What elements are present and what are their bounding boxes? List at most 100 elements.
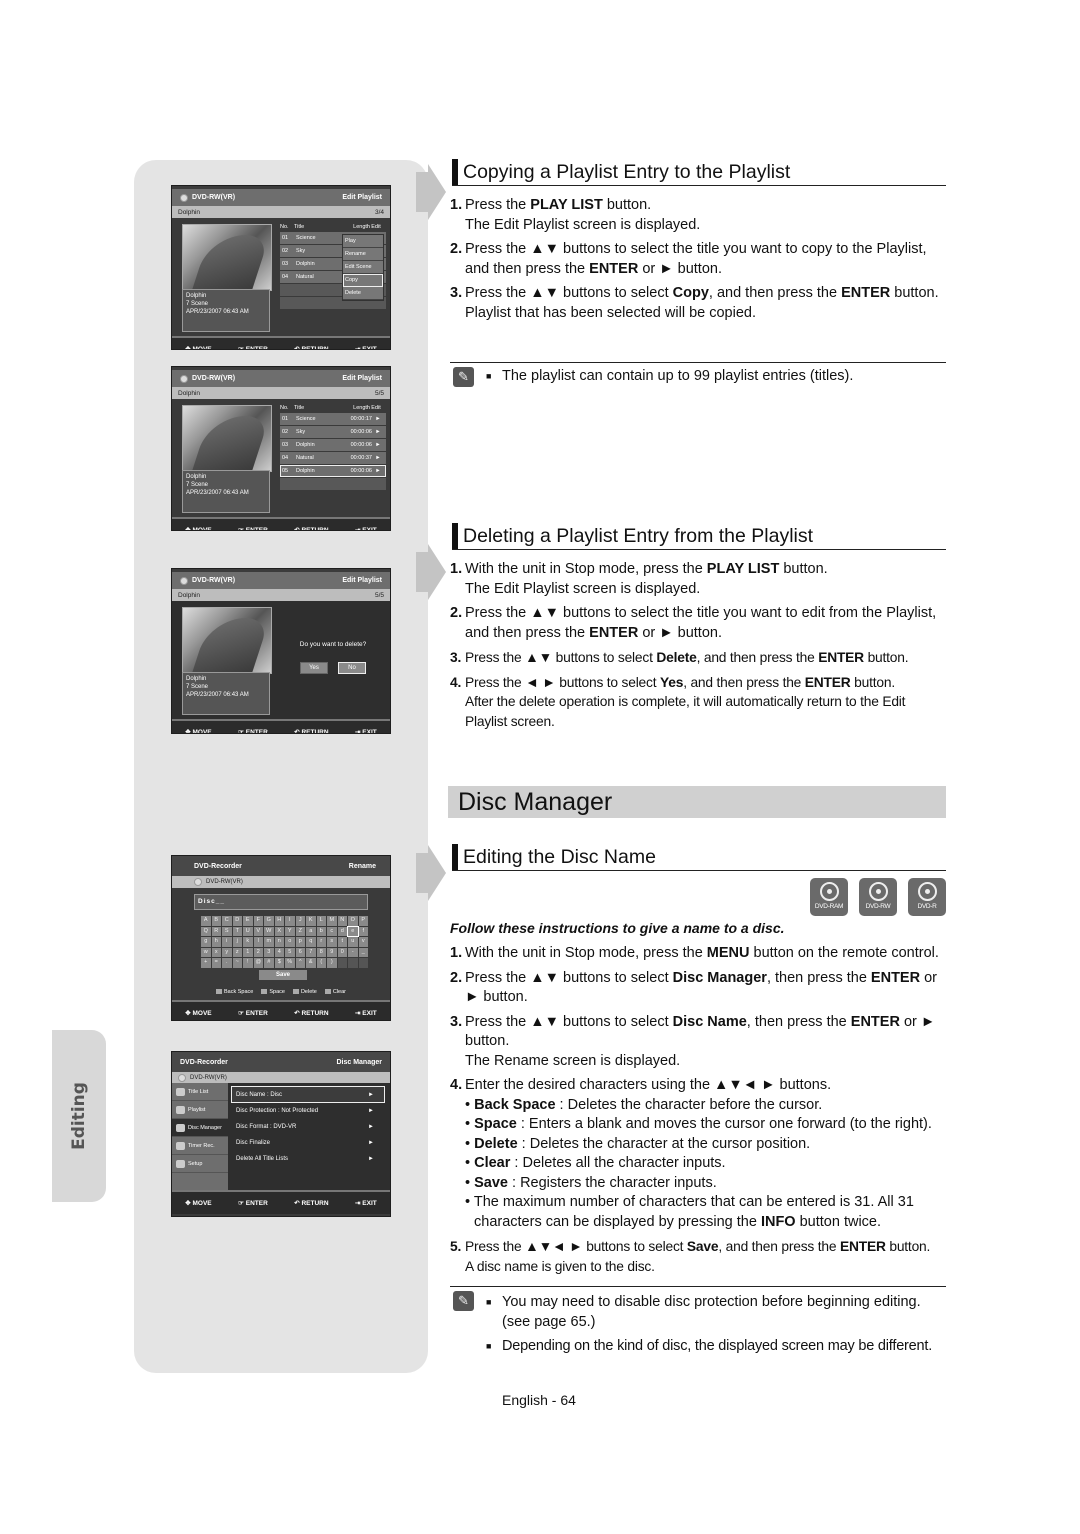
key[interactable]: h	[211, 937, 221, 947]
table-row[interactable]: 02 Sky 00:00:06 ►	[280, 426, 386, 438]
table-row[interactable]: 04 Natural 00:00:37 ►	[280, 452, 386, 464]
key[interactable]: #	[264, 958, 274, 968]
key[interactable]: N	[337, 916, 347, 926]
key[interactable]: 4	[274, 947, 284, 957]
key[interactable]: 5	[285, 947, 295, 957]
key[interactable]: &	[306, 958, 316, 968]
key[interactable]: L	[316, 916, 326, 926]
sidebar-item-disc-manager[interactable]: Disc Manager	[172, 1119, 228, 1137]
key[interactable]: !	[243, 958, 253, 968]
no-button[interactable]: No	[338, 662, 366, 674]
key[interactable]: 1	[243, 947, 253, 957]
key[interactable]: 8	[316, 947, 326, 957]
key[interactable]: T	[232, 926, 242, 936]
key[interactable]: l	[253, 937, 263, 947]
menu-item-disc-format[interactable]: Disc Format : DVD-VR ►	[232, 1119, 384, 1134]
key[interactable]: Z	[295, 926, 305, 936]
key[interactable]: r	[316, 937, 326, 947]
save-button[interactable]: Save	[259, 969, 307, 980]
key[interactable]: Q	[201, 926, 211, 936]
key[interactable]: D	[232, 916, 242, 926]
key[interactable]: b	[316, 926, 326, 936]
key[interactable]: )	[327, 958, 337, 968]
key[interactable]: O	[348, 916, 358, 926]
key[interactable]: 6	[295, 947, 305, 957]
key[interactable]: j	[232, 937, 242, 947]
key[interactable]: ^	[295, 958, 305, 968]
key[interactable]: x	[211, 947, 221, 957]
sidebar-item-setup[interactable]: Setup	[172, 1155, 228, 1173]
key[interactable]: G	[264, 916, 274, 926]
key[interactable]: 3	[264, 947, 274, 957]
menu-item-delete-all[interactable]: Delete All Title Lists ►	[232, 1151, 384, 1166]
key[interactable]: s	[327, 937, 337, 947]
key[interactable]: z	[232, 947, 242, 957]
popup-item-delete[interactable]: Delete	[343, 287, 383, 300]
key[interactable]: W	[264, 926, 274, 936]
key[interactable]: J	[295, 916, 305, 926]
key[interactable]: _	[358, 947, 368, 957]
key[interactable]: c	[327, 926, 337, 936]
key[interactable]: $	[274, 958, 284, 968]
sidebar-item-title-list[interactable]: Title List	[172, 1083, 228, 1101]
menu-item-disc-name[interactable]: Disc Name : Disc ►	[231, 1086, 385, 1103]
popup-item-copy[interactable]: Copy	[343, 274, 383, 287]
key[interactable]: E	[243, 916, 253, 926]
sidebar-item-playlist[interactable]: Playlist	[172, 1101, 228, 1119]
key[interactable]: R	[211, 926, 221, 936]
key[interactable]: ~	[232, 958, 242, 968]
key[interactable]: t	[337, 937, 347, 947]
key[interactable]: u	[348, 937, 358, 947]
key[interactable]: k	[243, 937, 253, 947]
key[interactable]: 7	[306, 947, 316, 957]
key[interactable]: A	[201, 916, 211, 926]
table-row[interactable]: 03 Dolphin 00:00:06 ►	[280, 439, 386, 451]
key[interactable]: d	[337, 926, 347, 936]
key[interactable]: f	[358, 926, 368, 936]
key[interactable]: e	[347, 925, 359, 937]
key[interactable]: a	[306, 926, 316, 936]
key[interactable]: 0	[337, 947, 347, 957]
key[interactable]: y	[222, 947, 232, 957]
sidebar-item-timer-rec[interactable]: Timer Rec.	[172, 1137, 228, 1155]
key[interactable]: 9	[327, 947, 337, 957]
key[interactable]: g	[201, 937, 211, 947]
key[interactable]: -	[348, 947, 358, 957]
key[interactable]: (	[316, 958, 326, 968]
key[interactable]: F	[253, 916, 263, 926]
key[interactable]: +	[201, 958, 211, 968]
key[interactable]: U	[243, 926, 253, 936]
menu-item-disc-finalize[interactable]: Disc Finalize ►	[232, 1135, 384, 1150]
popup-item-play[interactable]: Play	[343, 235, 383, 248]
key[interactable]: K	[306, 916, 316, 926]
key[interactable]: w	[201, 947, 211, 957]
key[interactable]: M	[327, 916, 337, 926]
key[interactable]: %	[285, 958, 295, 968]
key[interactable]: H	[274, 916, 284, 926]
key[interactable]: i	[222, 937, 232, 947]
key[interactable]: o	[285, 937, 295, 947]
key[interactable]: q	[306, 937, 316, 947]
key[interactable]: =	[211, 958, 221, 968]
popup-item-rename[interactable]: Rename	[343, 248, 383, 261]
key[interactable]: n	[274, 937, 284, 947]
key[interactable]: @	[253, 958, 263, 968]
key[interactable]: p	[295, 937, 305, 947]
key[interactable]: Y	[285, 926, 295, 936]
key[interactable]: P	[358, 916, 368, 926]
yes-button[interactable]: Yes	[300, 662, 328, 674]
popup-item-edit-scene[interactable]: Edit Scene	[343, 261, 383, 274]
key[interactable]: 2	[253, 947, 263, 957]
menu-item-disc-protection[interactable]: Disc Protection : Not Protected ►	[232, 1103, 384, 1118]
key[interactable]: v	[358, 937, 368, 947]
key[interactable]: V	[253, 926, 263, 936]
key[interactable]: I	[285, 916, 295, 926]
chapter-tab[interactable]: Editing	[52, 1030, 106, 1202]
key[interactable]: B	[211, 916, 221, 926]
key[interactable]: C	[222, 916, 232, 926]
table-row-selected[interactable]: 05 Dolphin 00:00:06 ►	[280, 465, 386, 477]
key[interactable]: .	[222, 958, 232, 968]
disc-name-input[interactable]: Disc__	[194, 894, 368, 910]
key[interactable]: S	[222, 926, 232, 936]
table-row[interactable]: 01 Science 00:00:17 ►	[280, 413, 386, 425]
